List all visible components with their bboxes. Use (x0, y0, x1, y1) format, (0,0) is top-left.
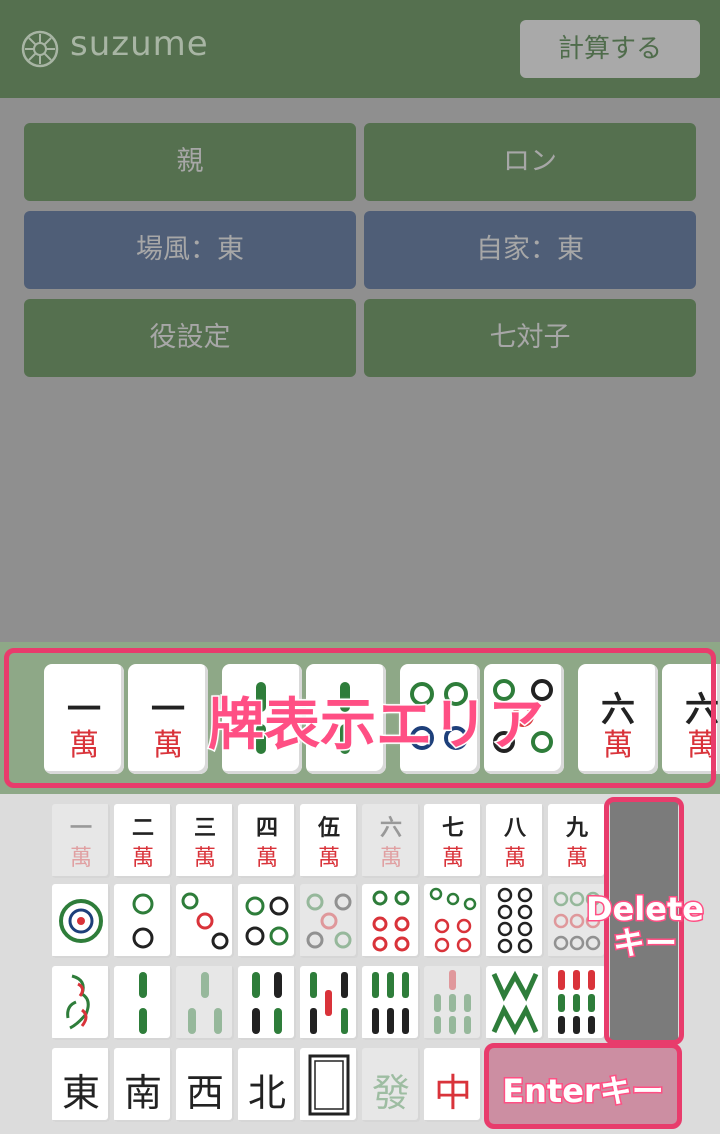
key-suit: 萬 (441, 846, 464, 871)
bamboo-3-icon (188, 972, 222, 1034)
key-pinzu-4[interactable] (238, 884, 296, 958)
key-pinzu-8[interactable] (486, 884, 544, 958)
circle-2-icon (132, 893, 154, 949)
bamboo-7-icon (434, 970, 471, 1034)
key-pinzu-7[interactable] (424, 884, 482, 958)
key-souzu-1[interactable] (52, 966, 110, 1040)
header: suzume 計算する (0, 0, 720, 98)
key-manzu-2[interactable]: 二萬 (114, 804, 172, 878)
key-white-dragon[interactable] (300, 1048, 358, 1122)
key-numeral: 二 (131, 815, 154, 841)
bamboo-8-icon (491, 970, 539, 1036)
key-glyph: 北 (247, 1071, 286, 1115)
white-dragon-icon (308, 1054, 350, 1116)
key-west-wind[interactable]: 西 (176, 1048, 234, 1122)
key-manzu-4[interactable]: 四萬 (238, 804, 296, 878)
bamboo-4-icon (252, 972, 282, 1034)
key-glyph: 南 (123, 1071, 162, 1115)
calculate-button[interactable]: 計算する (520, 20, 700, 78)
seat-wind-button[interactable]: 自家：東 (364, 211, 696, 289)
key-numeral: 三 (193, 815, 216, 841)
key-glyph: 東 (61, 1071, 100, 1115)
circle-1-icon (59, 899, 103, 943)
circle-4-icon (245, 896, 289, 946)
key-glyph: 中 (433, 1071, 472, 1115)
key-souzu-4[interactable] (238, 966, 296, 1040)
key-suit: 萬 (503, 846, 526, 871)
key-pinzu-6[interactable] (362, 884, 420, 958)
circle-3-icon (181, 892, 229, 950)
key-souzu-2[interactable] (114, 966, 172, 1040)
key-glyph: 發 (371, 1071, 410, 1115)
circle-7-icon (429, 887, 477, 953)
key-manzu-6[interactable]: 六萬 (362, 804, 420, 878)
key-numeral: 六 (379, 815, 402, 841)
key-pinzu-5[interactable] (300, 884, 358, 958)
delete-key-label-line2: キー (611, 924, 678, 962)
key-souzu-9[interactable] (548, 966, 606, 1040)
key-south-wind[interactable]: 南 (114, 1048, 172, 1122)
key-suit: 萬 (131, 846, 154, 871)
key-numeral: 四 (255, 815, 278, 841)
key-souzu-6[interactable] (362, 966, 420, 1040)
key-pinzu-2[interactable] (114, 884, 172, 958)
key-green-dragon[interactable]: 發 (362, 1048, 420, 1122)
key-numeral: 九 (565, 815, 588, 841)
app-logo-text: suzume (70, 24, 209, 64)
circle-6-icon (372, 890, 410, 952)
key-glyph: 西 (185, 1071, 224, 1115)
round-wind-button[interactable]: 場風：東 (24, 211, 356, 289)
bird-icon (66, 974, 90, 1030)
circle-5-icon (306, 893, 352, 949)
bamboo-6-icon (372, 972, 409, 1034)
key-numeral: 一 (69, 815, 92, 841)
tile-area-label: 牌表示エリア (207, 692, 546, 760)
dealer-toggle-button[interactable]: 親 (24, 123, 356, 201)
key-manzu-3[interactable]: 三萬 (176, 804, 234, 878)
key-red-dragon[interactable]: 中 (424, 1048, 482, 1122)
bamboo-9-icon (558, 970, 595, 1034)
key-manzu-5[interactable]: 伍萬 (300, 804, 358, 878)
bamboo-2-icon (139, 972, 147, 1034)
key-suit: 萬 (69, 846, 92, 871)
key-manzu-9[interactable]: 九萬 (548, 804, 606, 878)
chiitoitsu-button[interactable]: 七対子 (364, 299, 696, 377)
key-suit: 萬 (565, 846, 588, 871)
logo-icon (21, 30, 59, 68)
enter-key-label: Enterキー (501, 1071, 665, 1112)
key-pinzu-3[interactable] (176, 884, 234, 958)
key-north-wind[interactable]: 北 (238, 1048, 296, 1122)
key-manzu-8[interactable]: 八萬 (486, 804, 544, 878)
key-pinzu-1[interactable] (52, 884, 110, 958)
circle-8-icon (497, 887, 533, 954)
key-numeral: 八 (503, 815, 526, 841)
ron-toggle-button[interactable]: ロン (364, 123, 696, 201)
key-souzu-7[interactable] (424, 966, 482, 1040)
delete-key-label: Delete キー (580, 890, 710, 962)
key-numeral: 伍 (317, 815, 340, 841)
key-souzu-5[interactable] (300, 966, 358, 1040)
key-numeral: 七 (441, 815, 464, 841)
key-suit: 萬 (193, 846, 216, 871)
key-souzu-3[interactable] (176, 966, 234, 1040)
key-suit: 萬 (379, 846, 402, 871)
key-suit: 萬 (317, 846, 340, 871)
key-manzu-7[interactable]: 七萬 (424, 804, 482, 878)
key-east-wind[interactable]: 東 (52, 1048, 110, 1122)
key-manzu-1[interactable]: 一萬 (52, 804, 110, 878)
key-suit: 萬 (255, 846, 278, 871)
bamboo-5-icon (310, 972, 348, 1034)
key-souzu-8[interactable] (486, 966, 544, 1040)
delete-key-label-line1: Delete (585, 890, 706, 928)
yaku-settings-button[interactable]: 役設定 (24, 299, 356, 377)
